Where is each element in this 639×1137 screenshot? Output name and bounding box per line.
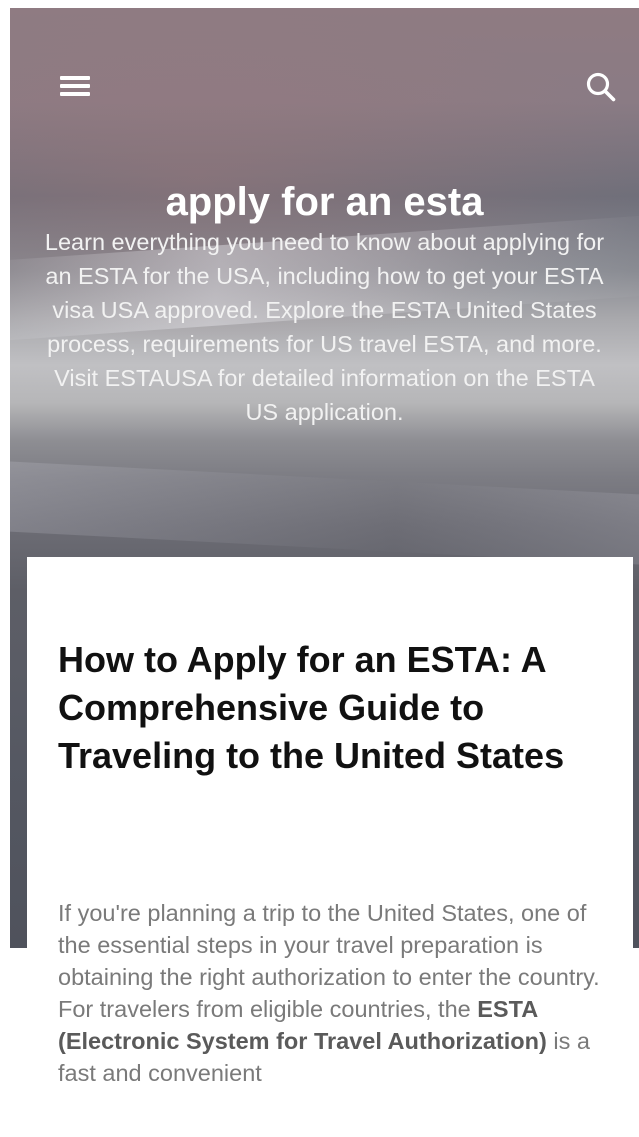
article-intro: If you're planning a trip to the United … bbox=[58, 897, 614, 1089]
page: apply for an esta Learn everything you n… bbox=[0, 0, 639, 1137]
menu-button[interactable] bbox=[52, 68, 100, 104]
article-title: How to Apply for an ESTA: A Comprehensiv… bbox=[58, 639, 565, 776]
article-card: How to Apply for an ESTA: A Comprehensiv… bbox=[27, 557, 633, 1137]
hero-description: Learn everything you need to know about … bbox=[44, 229, 605, 425]
hero-title: apply for an esta bbox=[165, 179, 484, 224]
search-button[interactable] bbox=[582, 66, 628, 112]
search-icon bbox=[586, 72, 616, 102]
